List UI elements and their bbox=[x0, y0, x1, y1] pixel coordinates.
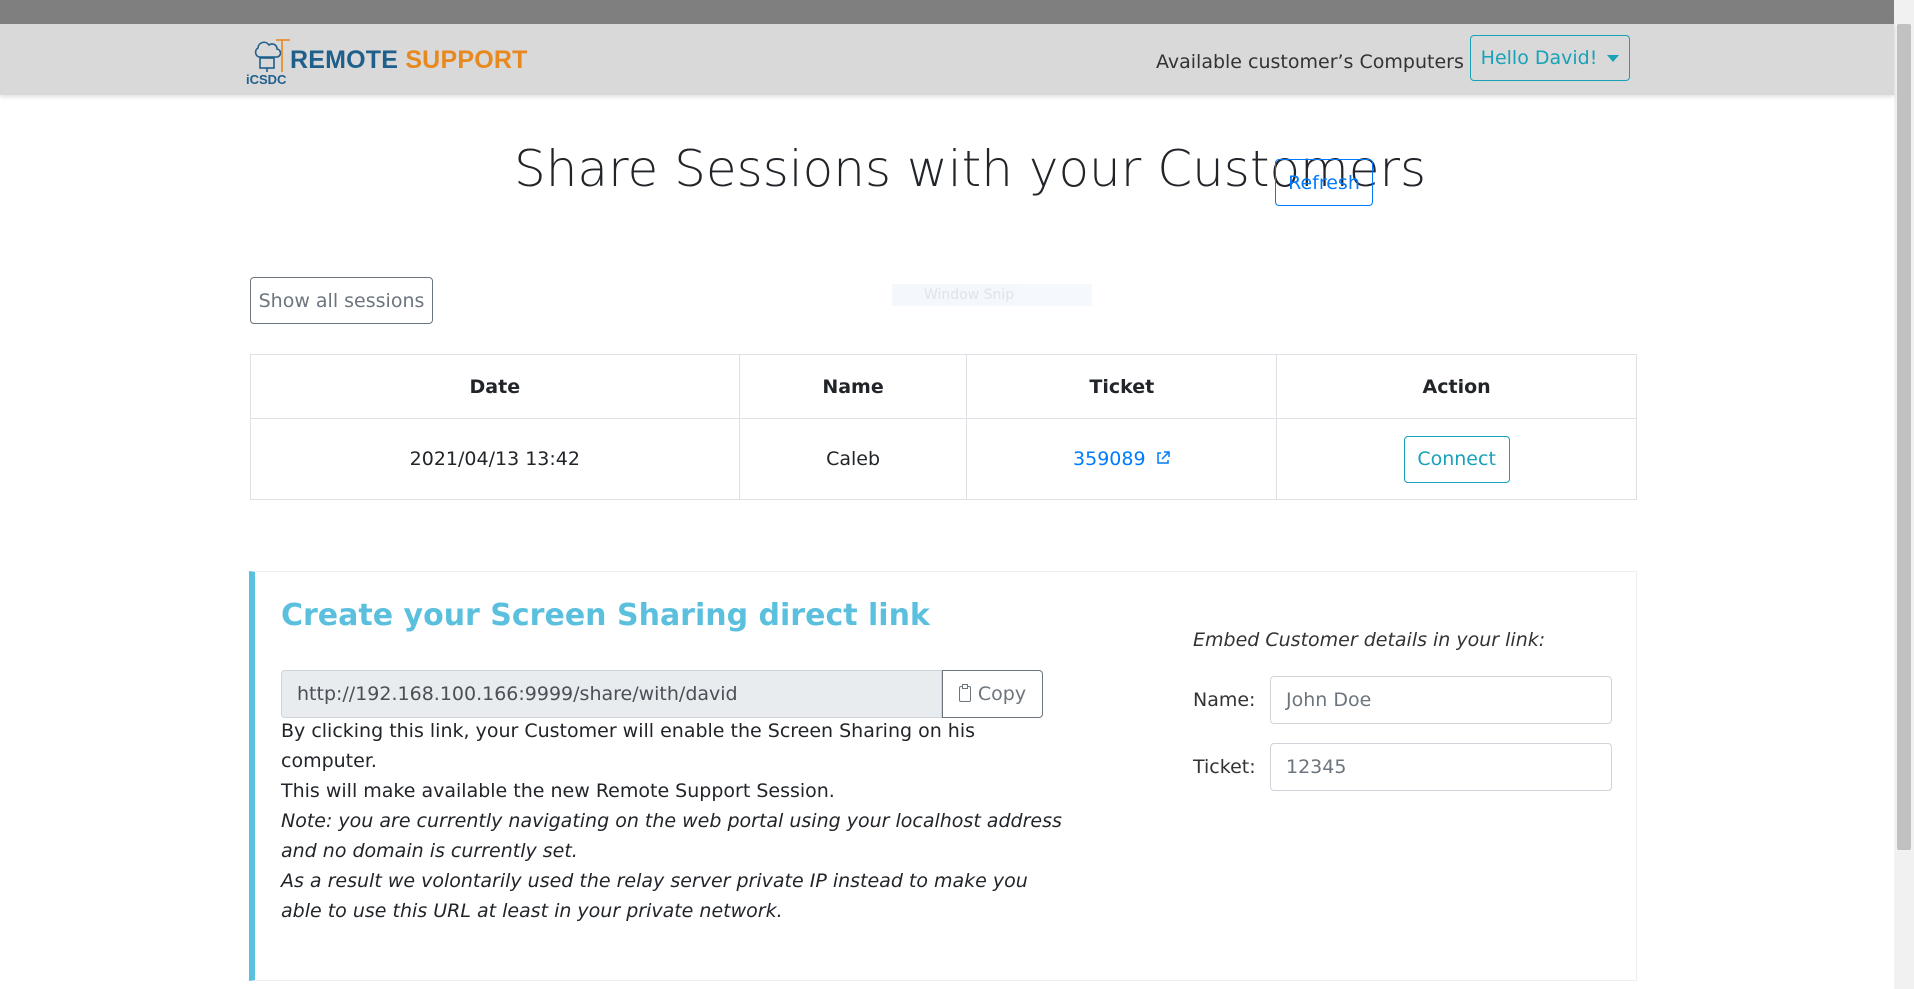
card-title: Create your Screen Sharing direct link bbox=[281, 598, 930, 633]
scrollbar-thumb[interactable] bbox=[1897, 24, 1911, 850]
navbar: iCSDC REMOTE SUPPORT Available customer’… bbox=[0, 24, 1894, 95]
page-scrollbar[interactable] bbox=[1894, 0, 1914, 989]
share-link-group: http://192.168.100.166:9999/share/with/d… bbox=[281, 670, 1043, 718]
ticket-link[interactable]: 359089 bbox=[1073, 448, 1171, 470]
icsdc-logo-icon: iCSDC bbox=[246, 34, 290, 87]
brand-logo[interactable]: iCSDC REMOTE SUPPORT bbox=[246, 34, 528, 87]
connect-button[interactable]: Connect bbox=[1403, 435, 1510, 483]
sessions-table: Date Name Ticket Action 2021/04/13 13:42… bbox=[250, 354, 1637, 500]
external-link-icon bbox=[1156, 451, 1170, 464]
brand-word-support: SUPPORT bbox=[405, 45, 528, 74]
refresh-button[interactable]: Refresh bbox=[1275, 159, 1373, 206]
ticket-number: 359089 bbox=[1073, 448, 1146, 470]
link-description: By clicking this link, your Customer wil… bbox=[281, 716, 1071, 806]
show-all-sessions-button[interactable]: Show all sessions bbox=[250, 277, 433, 324]
description-line-2: This will make available the new Remote … bbox=[281, 780, 835, 802]
clipboard-icon bbox=[958, 684, 971, 702]
table-row: 2021/04/13 13:42 Caleb 359089 Connect bbox=[250, 418, 1637, 500]
customer-name-input[interactable]: John Doe bbox=[1270, 676, 1612, 724]
nav-available-computers-link[interactable]: Available customer’s Computers bbox=[1156, 51, 1464, 73]
brand-word-remote: REMOTE bbox=[290, 45, 399, 74]
localhost-note: Note: you are currently navigating on th… bbox=[281, 806, 1071, 926]
copy-label: Copy bbox=[977, 683, 1027, 705]
note-line-1: Note: you are currently navigating on th… bbox=[281, 810, 1062, 862]
user-menu-button[interactable]: Hello David! bbox=[1470, 35, 1630, 81]
column-header-ticket: Ticket bbox=[966, 354, 1278, 419]
top-strip bbox=[0, 0, 1894, 24]
session-action-cell: Connect bbox=[1276, 418, 1637, 500]
logo-wordmark: iCSDC bbox=[246, 72, 287, 86]
note-line-2: As a result we volontarily used the rela… bbox=[281, 870, 1028, 922]
embed-details-title: Embed Customer details in your link: bbox=[1193, 629, 1546, 651]
table-header-row: Date Name Ticket Action bbox=[250, 354, 1637, 419]
session-name: Caleb bbox=[738, 418, 968, 500]
column-header-action: Action bbox=[1276, 354, 1637, 419]
description-line-1: By clicking this link, your Customer wil… bbox=[281, 720, 976, 772]
column-header-date: Date bbox=[250, 354, 740, 419]
caret-down-icon bbox=[1607, 54, 1620, 62]
name-label: Name: bbox=[1193, 689, 1256, 711]
ticket-input[interactable]: 12345 bbox=[1270, 743, 1612, 791]
session-date: 2021/04/13 13:42 bbox=[250, 418, 740, 500]
window-snip-overlay: Window Snip bbox=[892, 284, 1092, 306]
copy-button[interactable]: Copy bbox=[942, 670, 1043, 718]
column-header-name: Name bbox=[738, 354, 968, 419]
ticket-label: Ticket: bbox=[1193, 756, 1256, 778]
share-link-field[interactable]: http://192.168.100.166:9999/share/with/d… bbox=[281, 670, 942, 718]
user-menu-label: Hello David! bbox=[1480, 47, 1598, 69]
session-ticket-cell: 359089 bbox=[966, 418, 1278, 500]
brand-title: REMOTE SUPPORT bbox=[290, 46, 528, 75]
direct-link-card: Create your Screen Sharing direct link h… bbox=[249, 571, 1637, 981]
